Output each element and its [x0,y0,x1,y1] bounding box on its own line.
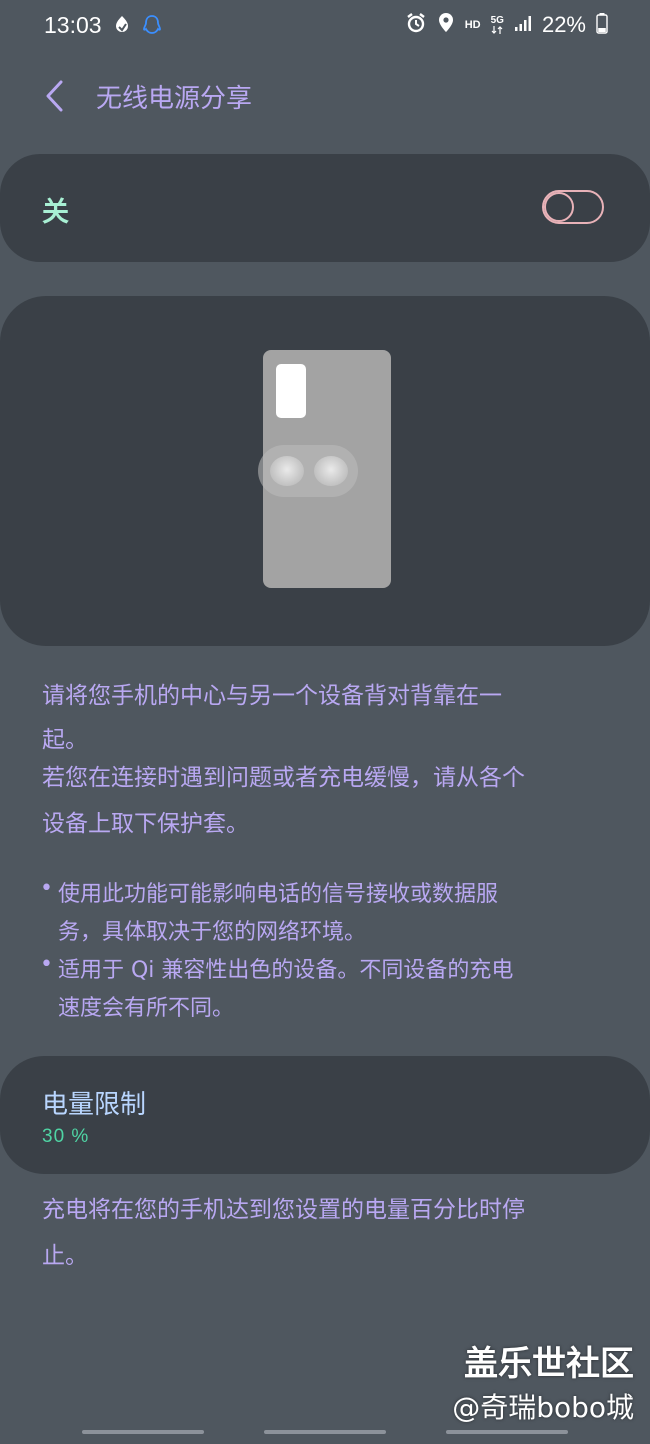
5g-icon: 5G [491,16,504,34]
alarm-icon [405,12,427,38]
nav-back-button[interactable] [446,1430,568,1434]
bixby-routine-icon [112,14,132,40]
status-right-icons: HD 5G 22% [405,12,608,38]
description-line: 设备上取下保护套。 [42,811,249,837]
chevron-left-icon [46,80,63,112]
toggle-state-label: 关 [42,197,69,228]
bullet-icon: • [40,952,53,977]
nav-home-button[interactable] [264,1430,386,1434]
note-line: 使用此功能可能影响电话的信号接收或数据服 [58,882,499,907]
earbud-right [314,456,348,486]
note-line: 适用于 Qi 兼容性出色的设备。不同设备的充电 [58,958,514,983]
description-line: 请将您手机的中心与另一个设备背对背靠在一 [42,683,502,709]
note-line: 速度会有所不同。 [58,996,235,1021]
network-type-label: 5G [490,15,504,26]
note-line: 务，具体取决于您的网络环境。 [58,920,367,945]
description-line: 若您在连接时遇到问题或者充电缓慢，请从各个 [42,765,525,791]
back-button[interactable] [36,76,72,116]
status-bar: 13:03 HD 5G 22% [0,0,650,56]
earbuds-illustration [258,445,358,497]
power-limit-title: 电量限制 [42,1090,147,1120]
wireless-powershare-switch[interactable] [542,190,604,224]
limit-description-line: 充电将在您的手机达到您设置的电量百分比时停 [42,1197,525,1223]
battery-percent: 22% [541,12,586,37]
watermark-community: 盖乐世社区 [464,1344,634,1384]
bullet-icon: • [40,876,53,901]
status-left-icons [112,14,162,40]
app-header: 无线电源分享 [0,64,650,128]
navigation-bar [0,1420,650,1444]
power-limit-value: 30 % [42,1126,90,1147]
status-time: 13:03 [44,12,102,38]
location-icon [437,12,455,38]
phone-camera-illustration [276,364,306,418]
earbud-left [270,456,304,486]
battery-icon [596,12,608,38]
limit-description-line: 止。 [42,1243,88,1269]
signal-icon [514,14,532,36]
nav-recent-button[interactable] [82,1430,204,1434]
qq-icon [142,14,162,40]
page-title: 无线电源分享 [96,84,253,114]
switch-knob [544,192,574,222]
hd-icon: HD [464,19,481,31]
